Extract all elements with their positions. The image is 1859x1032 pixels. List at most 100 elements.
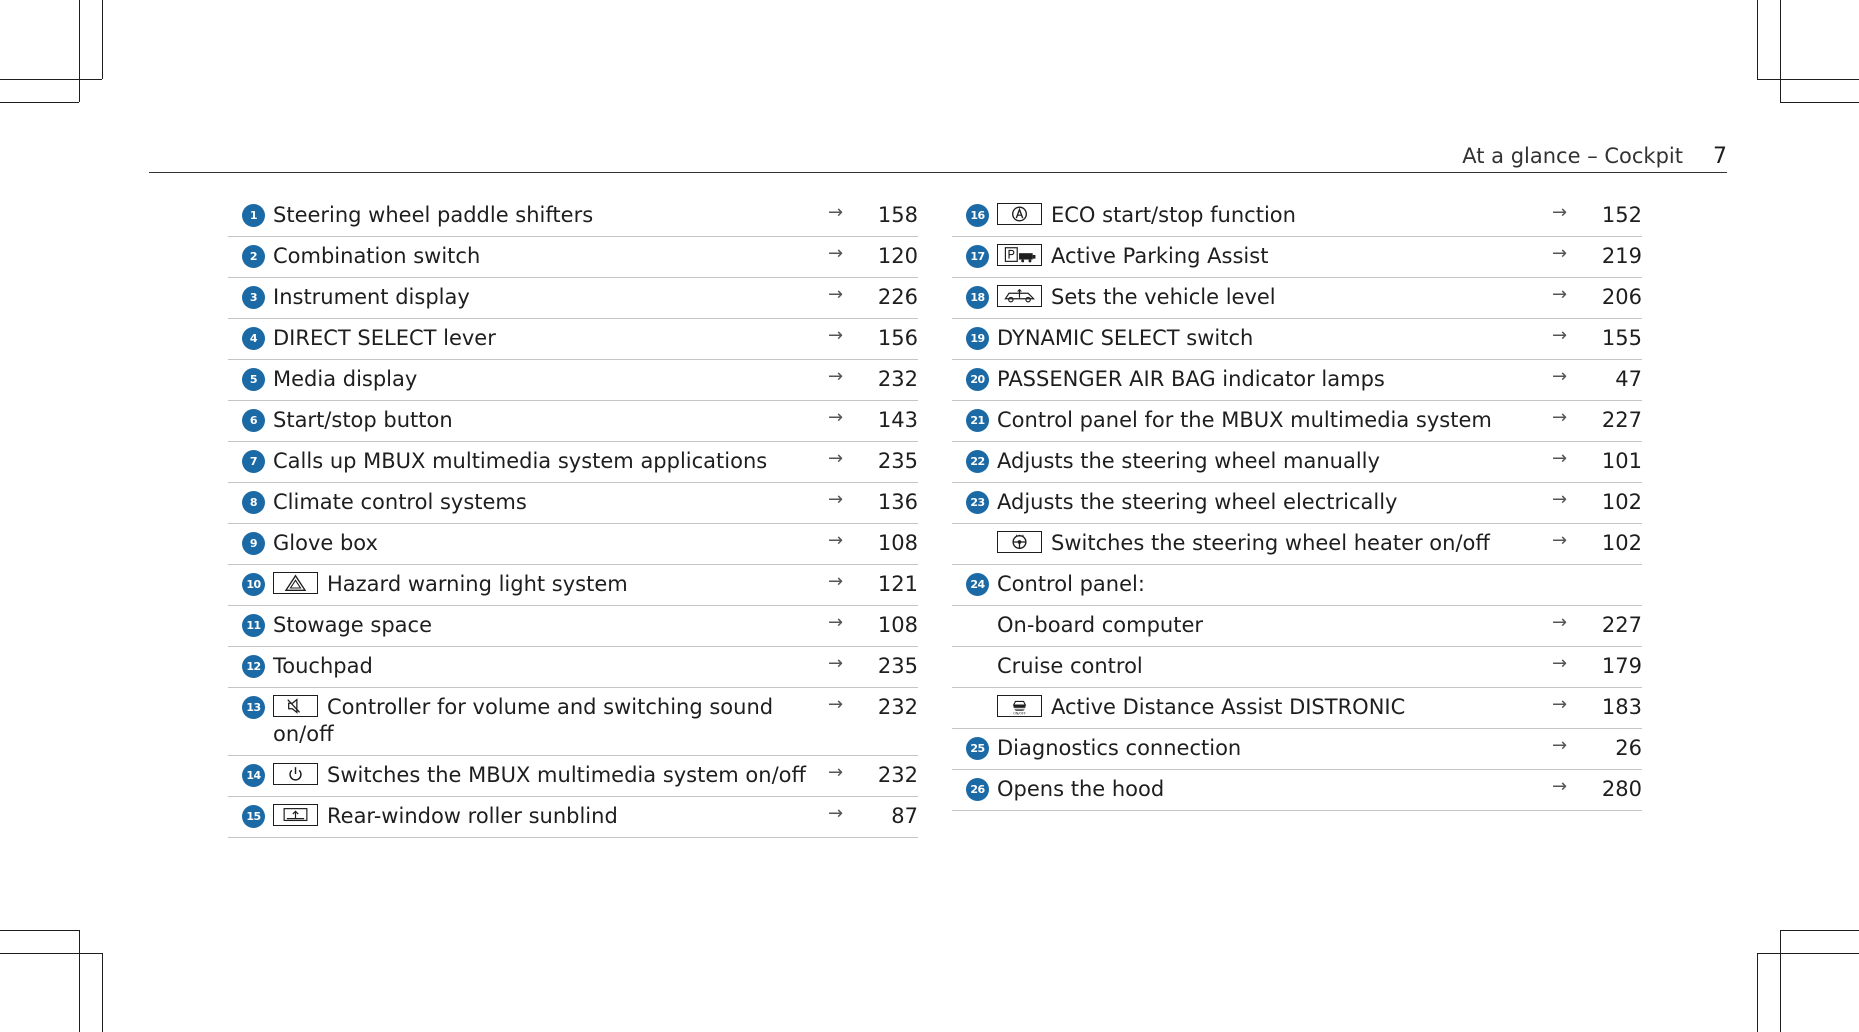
legend-row: 7 Calls up MBUX multimedia system applica… [228, 442, 918, 483]
item-description: Adjusts the steering wheel manually [997, 448, 1552, 475]
legend-row: Switches the steering wheel heater on/of… [952, 524, 1642, 565]
page-reference-link[interactable]: 206 [1582, 284, 1642, 311]
item-label: Rear-window roller sunblind [327, 804, 618, 828]
page-reference-link[interactable]: 280 [1582, 776, 1642, 803]
row-number-cell: 23 [952, 489, 997, 514]
item-number-badge: 18 [966, 286, 989, 309]
item-description: Control panel for the MBUX multimedia sy… [997, 407, 1552, 434]
page-reference-link[interactable]: 121 [858, 571, 918, 598]
page-reference-arrow: → [828, 612, 844, 633]
page-reference-arrow: → [828, 202, 844, 223]
page-reference-arrow: → [1552, 284, 1568, 305]
item-label: Switches the MBUX multimedia system on/o… [327, 763, 806, 787]
parking-assist-icon [997, 244, 1042, 266]
legend-row: 18 Sets the vehicle level → 206 [952, 278, 1642, 319]
item-label: Diagnostics connection [997, 736, 1242, 760]
page-reference-link[interactable]: 227 [1582, 407, 1642, 434]
legend-row: 17 Active Parking Assist → 219 [952, 237, 1642, 278]
page-reference-link[interactable]: 108 [858, 530, 918, 557]
item-number-badge: 6 [242, 409, 265, 432]
page-reference-link[interactable]: 219 [1582, 243, 1642, 270]
page-reference-link[interactable]: 101 [1582, 448, 1642, 475]
item-label: ECO start/stop function [1051, 203, 1296, 227]
legend-row: 9 Glove box → 108 [228, 524, 918, 565]
item-label: Hazard warning light system [327, 572, 628, 596]
page-reference-link[interactable]: 235 [858, 653, 918, 680]
page-reference-link[interactable]: 108 [858, 612, 918, 639]
page-reference-link[interactable]: 120 [858, 243, 918, 270]
page-reference-arrow: → [828, 762, 844, 783]
page-reference-link[interactable]: 102 [1582, 489, 1642, 516]
row-number-cell: 4 [228, 325, 273, 350]
item-description: Calls up MBUX multimedia system applicat… [273, 448, 828, 475]
page-reference-link[interactable]: 156 [858, 325, 918, 352]
legend-row: 25 Diagnostics connection → 26 [952, 729, 1642, 770]
item-label: Control panel: [997, 572, 1145, 596]
rear-sunblind-icon [273, 804, 318, 826]
item-label: Adjusts the steering wheel manually [997, 449, 1380, 473]
item-description: PASSENGER AIR BAG indicator lamps [997, 366, 1552, 393]
item-number-badge: 3 [242, 286, 265, 309]
page-reference-arrow: → [1552, 694, 1568, 715]
page-reference-link[interactable]: 232 [858, 366, 918, 393]
item-label: Switches the steering wheel heater on/of… [1051, 531, 1490, 555]
item-description: Switches the steering wheel heater on/of… [997, 530, 1552, 557]
row-number-cell: 22 [952, 448, 997, 473]
row-number-cell: 10 [228, 571, 273, 596]
row-number-cell: 3 [228, 284, 273, 309]
item-number-badge: 14 [242, 764, 265, 787]
page-reference-link[interactable]: 136 [858, 489, 918, 516]
crop-mark [79, 930, 81, 1032]
page-number: 7 [1713, 144, 1727, 169]
row-number-cell: 6 [228, 407, 273, 432]
item-label: Instrument display [273, 285, 470, 309]
page-reference-link[interactable]: 183 [1582, 694, 1642, 721]
legend-row: Cruise control → 179 [952, 647, 1642, 688]
legend-row: 12 Touchpad → 235 [228, 647, 918, 688]
item-number-badge: 1 [242, 204, 265, 227]
page-reference-arrow: → [828, 325, 844, 346]
hazard-warning-icon [273, 572, 318, 594]
item-number-badge: 22 [966, 450, 989, 473]
page-reference-link[interactable]: 143 [858, 407, 918, 434]
vehicle-level-icon [997, 285, 1042, 307]
item-label: Stowage space [273, 613, 432, 637]
page-reference-link[interactable]: 227 [1582, 612, 1642, 639]
row-number-cell: 16 [952, 202, 997, 227]
page-reference-arrow: → [828, 694, 844, 715]
legend-column-right: 16 ECO start/stop function → 152 17 Active Pa… [952, 196, 1642, 811]
page-reference-arrow: → [1552, 366, 1568, 387]
page-reference-link[interactable]: 102 [1582, 530, 1642, 557]
legend-row: 8 Climate control systems → 136 [228, 483, 918, 524]
page-reference-link[interactable]: 226 [858, 284, 918, 311]
row-number-cell: 19 [952, 325, 997, 350]
legend-row: 3 Instrument display → 226 [228, 278, 918, 319]
page-reference-link[interactable]: 179 [1582, 653, 1642, 680]
item-label: Active Distance Assist DISTRONIC [1051, 695, 1406, 719]
item-label: Adjusts the steering wheel electrically [997, 490, 1398, 514]
legend-row: 22 Adjusts the steering wheel manually → 10… [952, 442, 1642, 483]
page-reference-arrow: → [1552, 243, 1568, 264]
page-reference-link[interactable]: 47 [1582, 366, 1642, 393]
crop-mark [1757, 79, 1859, 81]
legend-row: On-board computer → 227 [952, 606, 1642, 647]
page-reference-link[interactable]: 26 [1582, 735, 1642, 762]
item-label: Media display [273, 367, 418, 391]
item-label: PASSENGER AIR BAG indicator lamps [997, 367, 1385, 391]
item-description: Instrument display [273, 284, 828, 311]
page-reference-link[interactable]: 232 [858, 762, 918, 789]
page-reference-link[interactable]: 235 [858, 448, 918, 475]
page-reference-link[interactable]: 232 [858, 694, 918, 721]
page-reference-link[interactable]: 87 [858, 803, 918, 830]
page-reference-arrow: → [1552, 448, 1568, 469]
item-description: Sets the vehicle level [997, 284, 1552, 311]
item-description: DIRECT SELECT lever [273, 325, 828, 352]
page-reference-link[interactable]: 152 [1582, 202, 1642, 229]
page-reference-link[interactable]: 158 [858, 202, 918, 229]
page-reference-link[interactable]: 155 [1582, 325, 1642, 352]
crop-mark [0, 953, 102, 955]
speaker-mute-icon [273, 695, 318, 717]
page-reference-arrow: → [1552, 612, 1568, 633]
item-label: Steering wheel paddle shifters [273, 203, 594, 227]
item-description: Hazard warning light system [273, 571, 828, 598]
